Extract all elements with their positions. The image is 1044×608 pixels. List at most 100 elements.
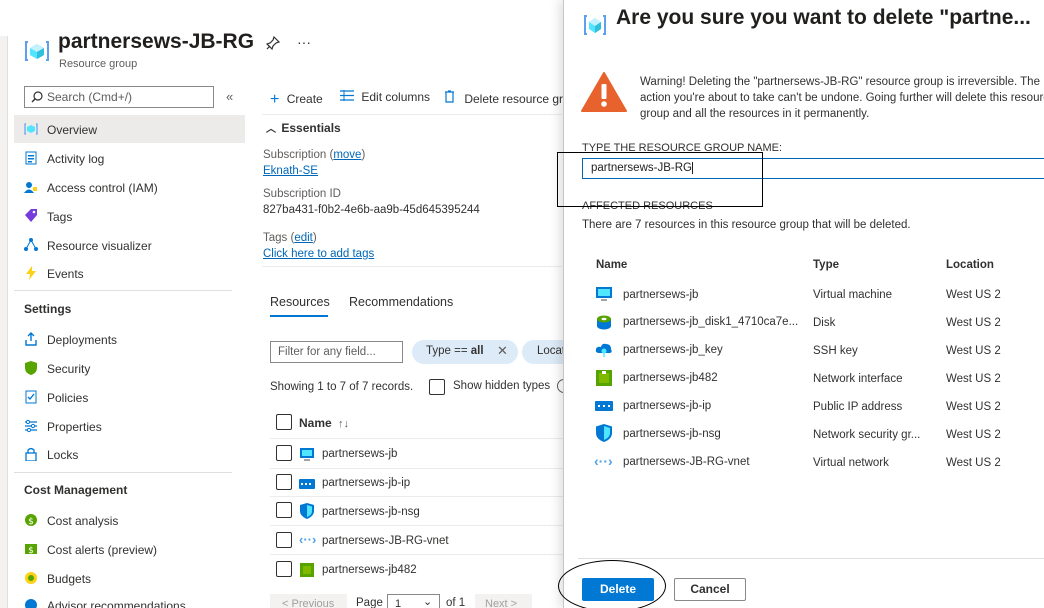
- divider: [14, 472, 232, 473]
- create-button[interactable]: + Create: [270, 90, 323, 108]
- nav-item-security[interactable]: Security: [14, 354, 245, 382]
- columns-icon: [340, 90, 354, 101]
- type-filter-pill[interactable]: Type == all ✕: [412, 340, 518, 364]
- collapse-menu-button[interactable]: «: [226, 89, 233, 104]
- column-header-name: Name: [596, 259, 628, 271]
- visualizer-icon: [24, 238, 38, 252]
- edit-columns-label: Edit columns: [361, 90, 431, 104]
- resource-type: SSH key: [813, 345, 858, 357]
- search-input[interactable]: Search (Cmd+/): [24, 86, 214, 108]
- edit-columns-button[interactable]: Edit columns: [340, 90, 430, 104]
- close-icon[interactable]: ✕: [497, 343, 508, 359]
- nav-item-budgets[interactable]: Budgets: [14, 564, 245, 592]
- table-row-link[interactable]: partnersews-jb482: [322, 564, 417, 576]
- deployments-icon: [24, 332, 38, 346]
- nav-label: Activity log: [47, 152, 105, 166]
- show-hidden-checkbox[interactable]: [429, 379, 445, 395]
- nic-icon: [299, 562, 315, 578]
- affected-resources-description: There are 7 resources in this resource g…: [582, 219, 911, 231]
- row-checkbox[interactable]: [276, 474, 292, 490]
- nav-item-advisor[interactable]: Advisor recommendations: [14, 591, 245, 608]
- add-tags-link[interactable]: Click here to add tags: [263, 248, 374, 260]
- disk-icon: [595, 313, 613, 331]
- tab-resources[interactable]: Resources: [270, 295, 330, 309]
- essentials-toggle[interactable]: ︿ Essentials: [266, 120, 341, 135]
- filter-placeholder: Filter for any field...: [278, 346, 376, 358]
- row-checkbox[interactable]: [276, 532, 292, 548]
- nav-item-iam[interactable]: Access control (IAM): [14, 173, 245, 201]
- tag-icon: [24, 209, 38, 223]
- table-row-link[interactable]: partnersews-jb-nsg: [322, 506, 420, 518]
- nav-item-tags[interactable]: Tags: [14, 202, 245, 230]
- table-row-link[interactable]: partnersews-JB-RG-vnet: [322, 535, 449, 547]
- subscription-label: Subscription: [263, 149, 327, 161]
- resource-location: West US 2: [946, 345, 1001, 357]
- nav-item-properties[interactable]: Properties: [14, 412, 245, 440]
- chevron-down-icon: ⌄: [423, 596, 433, 608]
- delete-resource-group-button[interactable]: Delete resource gro: [444, 90, 570, 106]
- cost-management-header: Cost Management: [24, 483, 128, 497]
- nav-label: Resource visualizer: [47, 239, 152, 253]
- delete-resource-group-label: Delete resource gro: [464, 92, 570, 106]
- nav-label: Events: [47, 267, 84, 281]
- tags-label: Tags: [263, 232, 288, 244]
- name-column-header[interactable]: Name ↑↓: [299, 416, 349, 430]
- lock-icon: [24, 447, 38, 462]
- page-title: partnersews-JB-RG: [58, 30, 255, 53]
- annotation-ellipse: [558, 560, 666, 608]
- next-button[interactable]: Next >: [475, 594, 532, 608]
- page-select[interactable]: 1 ⌄: [387, 594, 440, 608]
- resource-name: partnersews-jb_disk1_4710ca7e...: [623, 316, 799, 328]
- name-header-label: Name: [299, 416, 332, 430]
- more-actions-button[interactable]: ···: [297, 34, 311, 50]
- events-icon: [24, 266, 38, 280]
- filter-input[interactable]: Filter for any field...: [270, 341, 403, 363]
- nav-item-locks[interactable]: Locks: [14, 440, 245, 468]
- row-checkbox[interactable]: [276, 445, 292, 461]
- nav-item-activity-log[interactable]: Activity log: [14, 144, 245, 172]
- resource-type: Virtual network: [813, 457, 889, 469]
- search-icon: [31, 91, 43, 103]
- row-divider: [270, 468, 570, 469]
- select-all-checkbox[interactable]: [276, 414, 292, 430]
- page-label: Page: [356, 597, 383, 608]
- resource-type: Virtual machine: [813, 289, 893, 301]
- resource-location: West US 2: [946, 289, 1001, 301]
- resource-type: Network security gr...: [813, 429, 921, 441]
- row-checkbox[interactable]: [276, 561, 292, 577]
- subscription-id-value: 827ba431-f0b2-4e6b-aa9b-45d645395244: [263, 204, 480, 216]
- location-filter-label: Locat: [537, 345, 566, 357]
- subscription-label-row: Subscription (move): [263, 149, 366, 161]
- nav-item-cost-analysis[interactable]: $ Cost analysis: [14, 506, 245, 534]
- nav-item-overview[interactable]: Overview: [14, 115, 245, 143]
- ssh-key-icon: [595, 341, 613, 359]
- nav-label: Properties: [47, 420, 102, 434]
- budgets-icon: [24, 571, 38, 585]
- iam-icon: [24, 180, 38, 194]
- type-filter-value: all: [470, 345, 484, 357]
- nav-item-policies[interactable]: Policies: [14, 383, 245, 411]
- table-row-link[interactable]: partnersews-jb-ip: [322, 477, 410, 489]
- pin-icon[interactable]: [265, 35, 281, 51]
- row-divider: [270, 496, 570, 497]
- row-checkbox[interactable]: [276, 502, 292, 518]
- left-edge-bar: [0, 36, 8, 608]
- nav-label: Policies: [47, 391, 89, 405]
- nav-item-events[interactable]: Events: [14, 259, 245, 287]
- nav-item-cost-alerts[interactable]: $ Cost alerts (preview): [14, 535, 245, 563]
- cancel-button[interactable]: Cancel: [674, 578, 746, 601]
- resource-group-icon: [24, 122, 38, 136]
- resource-location: West US 2: [946, 429, 1001, 441]
- nav-label: Budgets: [47, 572, 92, 586]
- nav-item-deployments[interactable]: Deployments: [14, 325, 245, 353]
- table-row-link[interactable]: partnersews-jb: [322, 448, 397, 460]
- move-link[interactable]: move: [333, 149, 361, 161]
- previous-button[interactable]: < Previous: [270, 594, 347, 608]
- tab-recommendations[interactable]: Recommendations: [349, 295, 453, 309]
- edit-tags-link[interactable]: edit: [294, 232, 313, 244]
- nav-item-resource-visualizer[interactable]: Resource visualizer: [14, 231, 245, 259]
- nav-label: Access control (IAM): [47, 181, 158, 195]
- subscription-id-label: Subscription ID: [263, 188, 341, 200]
- subscription-link[interactable]: Eknath-SE: [263, 165, 318, 177]
- type-filter-prefix: Type ==: [426, 345, 471, 357]
